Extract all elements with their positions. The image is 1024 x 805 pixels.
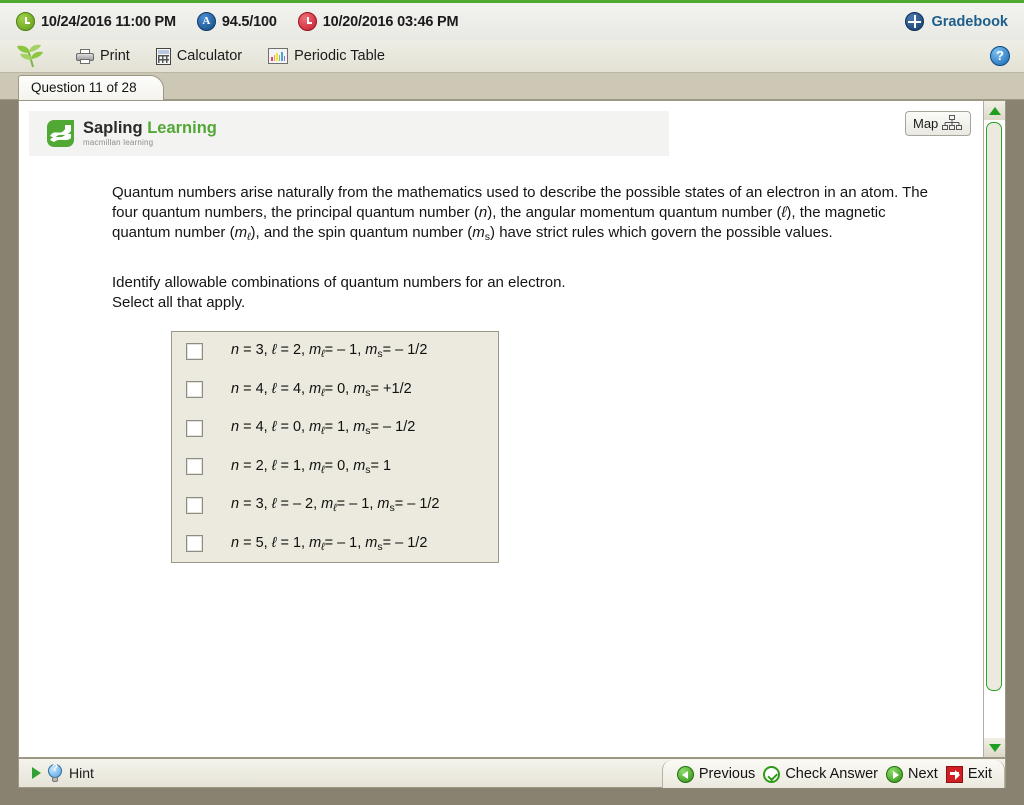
brand-title: Sapling Learning [83,120,217,137]
scroll-up-arrow[interactable] [984,101,1005,120]
last-activity-text: 10/20/2016 03:46 PM [322,13,459,30]
map-label: Map [913,116,939,131]
calculator-label: Calculator [176,48,243,64]
option-label-6: n = 5, ℓ = 1, mℓ= – 1, ms= – 1/2 [231,534,428,553]
previous-arrow-icon [676,765,694,783]
option-checkbox-1[interactable] [186,342,203,360]
sapling-leaf-logo [16,44,50,68]
calculator-icon [155,47,171,65]
option-checkbox-5[interactable] [186,496,203,514]
brand-tagline: macmillan learning [83,138,154,148]
sapling-logo-icon [47,120,74,147]
exit-door-icon [945,765,963,783]
map-button[interactable]: Map [905,111,971,136]
periodic-table-button[interactable]: Periodic Table [268,48,385,64]
expand-triangle-icon [32,767,41,779]
vertical-scrollbar[interactable] [983,101,1005,757]
tab-question-11-of-28[interactable]: Question 11 of 28 [18,75,164,100]
alarm-clock-icon [16,12,35,31]
option-label-4: n = 2, ℓ = 1, mℓ= 0, ms= 1 [231,457,392,476]
answer-option-3[interactable]: n = 4, ℓ = 0, mℓ= 1, ms= – 1/2 [172,409,498,448]
gradebook-label: Gradebook [931,13,1008,30]
top-status-bar: 10/24/2016 11:00 PM A 94.5/100 10/20/201… [0,0,1024,40]
answer-option-2[interactable]: n = 4, ℓ = 4, mℓ= 0, ms= +1/2 [172,371,498,410]
periodic-table-icon [268,48,289,64]
check-circle-icon [763,765,781,783]
brand-text: Sapling Learning macmillan learning [83,120,217,148]
answer-option-1[interactable]: n = 3, ℓ = 2, mℓ= – 1, ms= – 1/2 [172,332,498,371]
qp-ms: m [472,224,485,241]
hint-button[interactable]: ? Hint [19,763,94,782]
application-window: 10/24/2016 11:00 PM A 94.5/100 10/20/201… [0,0,1024,805]
previous-label: Previous [698,766,756,782]
prompt-line-2: Select all that apply. [112,294,246,311]
answer-option-5[interactable]: n = 3, ℓ = – 2, mℓ= – 1, ms= – 1/2 [172,486,498,525]
next-label: Next [908,766,938,782]
option-label-3: n = 4, ℓ = 0, mℓ= 1, ms= – 1/2 [231,419,416,438]
triangle-down-icon [988,743,1001,752]
prompt-line-1: Identify allowable combinations of quant… [112,274,566,291]
answer-option-6[interactable]: n = 5, ℓ = 1, mℓ= – 1, ms= – 1/2 [172,525,498,564]
scroll-thumb[interactable] [986,122,1002,691]
previous-button[interactable]: Previous [676,765,756,783]
help-icon[interactable]: ? [990,46,1010,66]
option-checkbox-6[interactable] [186,535,203,553]
tab-strip: Question 11 of 28 [0,73,1024,100]
periodic-table-label: Periodic Table [294,48,385,64]
qp-n: n [478,204,488,221]
option-label-1: n = 3, ℓ = 2, mℓ= – 1, ms= – 1/2 [231,342,428,361]
lightbulb-icon: ? [48,763,62,782]
option-checkbox-4[interactable] [186,458,203,476]
exit-button[interactable]: Exit [945,765,992,783]
qp-m: m [234,224,248,241]
scroll-down-arrow[interactable] [984,738,1005,757]
brand-name-sapling: Sapling [83,118,143,137]
option-checkbox-2[interactable] [186,381,203,399]
option-label-5: n = 3, ℓ = – 2, mℓ= – 1, ms= – 1/2 [231,496,440,515]
hint-label: Hint [69,765,94,781]
gradebook-icon [905,12,925,31]
triangle-up-icon [988,106,1001,115]
qp-7: ), and the spin quantum number ( [250,224,473,241]
grade-text: 94.5/100 [221,13,277,30]
bottom-bar: ? Hint Previous Check Answer Next Exit [18,758,1006,788]
check-answer-label: Check Answer [785,766,878,782]
question-content: Sapling Learning macmillan learning Map [19,101,983,757]
next-button[interactable]: Next [886,765,938,783]
brand-name-learning: Learning [147,118,217,137]
brand-bar: Sapling Learning macmillan learning [29,111,669,156]
answer-option-4[interactable]: n = 2, ℓ = 1, mℓ= 0, ms= 1 [172,448,498,487]
clock-red-icon [297,12,317,31]
check-answer-button[interactable]: Check Answer [763,765,878,783]
print-button[interactable]: Print [76,48,130,64]
exit-label: Exit [967,766,992,782]
printer-icon [76,48,94,64]
qp-2: ), the angular momentum quantum number ( [487,204,782,221]
answer-options-box: n = 3, ℓ = 2, mℓ= – 1, ms= – 1/2 n = 4, ℓ… [171,331,499,563]
next-arrow-icon [886,765,903,783]
navigation-group: Previous Check Answer Next Exit [661,760,1005,788]
gradebook-link[interactable]: Gradebook [905,12,1024,31]
qp-10: ) have strict rules which govern the pos… [490,224,833,241]
status-info-group: 10/24/2016 11:00 PM A 94.5/100 10/20/201… [0,12,459,31]
question-panel: Sapling Learning macmillan learning Map [18,100,1006,758]
question-paragraph: Quantum numbers arise naturally from the… [112,183,943,247]
site-map-icon [942,114,963,133]
option-checkbox-3[interactable] [186,419,203,437]
option-label-2: n = 4, ℓ = 4, mℓ= 0, ms= +1/2 [231,380,412,399]
tool-bar: Print Calculator Periodic Table ? [0,40,1024,73]
due-date-text: 10/24/2016 11:00 PM [41,13,176,30]
calculator-button[interactable]: Calculator [155,47,243,65]
grade-badge-icon: A [196,12,216,31]
print-label: Print [100,48,130,64]
question-prompt: Identify allowable combinations of quant… [112,273,943,313]
scrollbar-track[interactable] [984,120,1005,738]
